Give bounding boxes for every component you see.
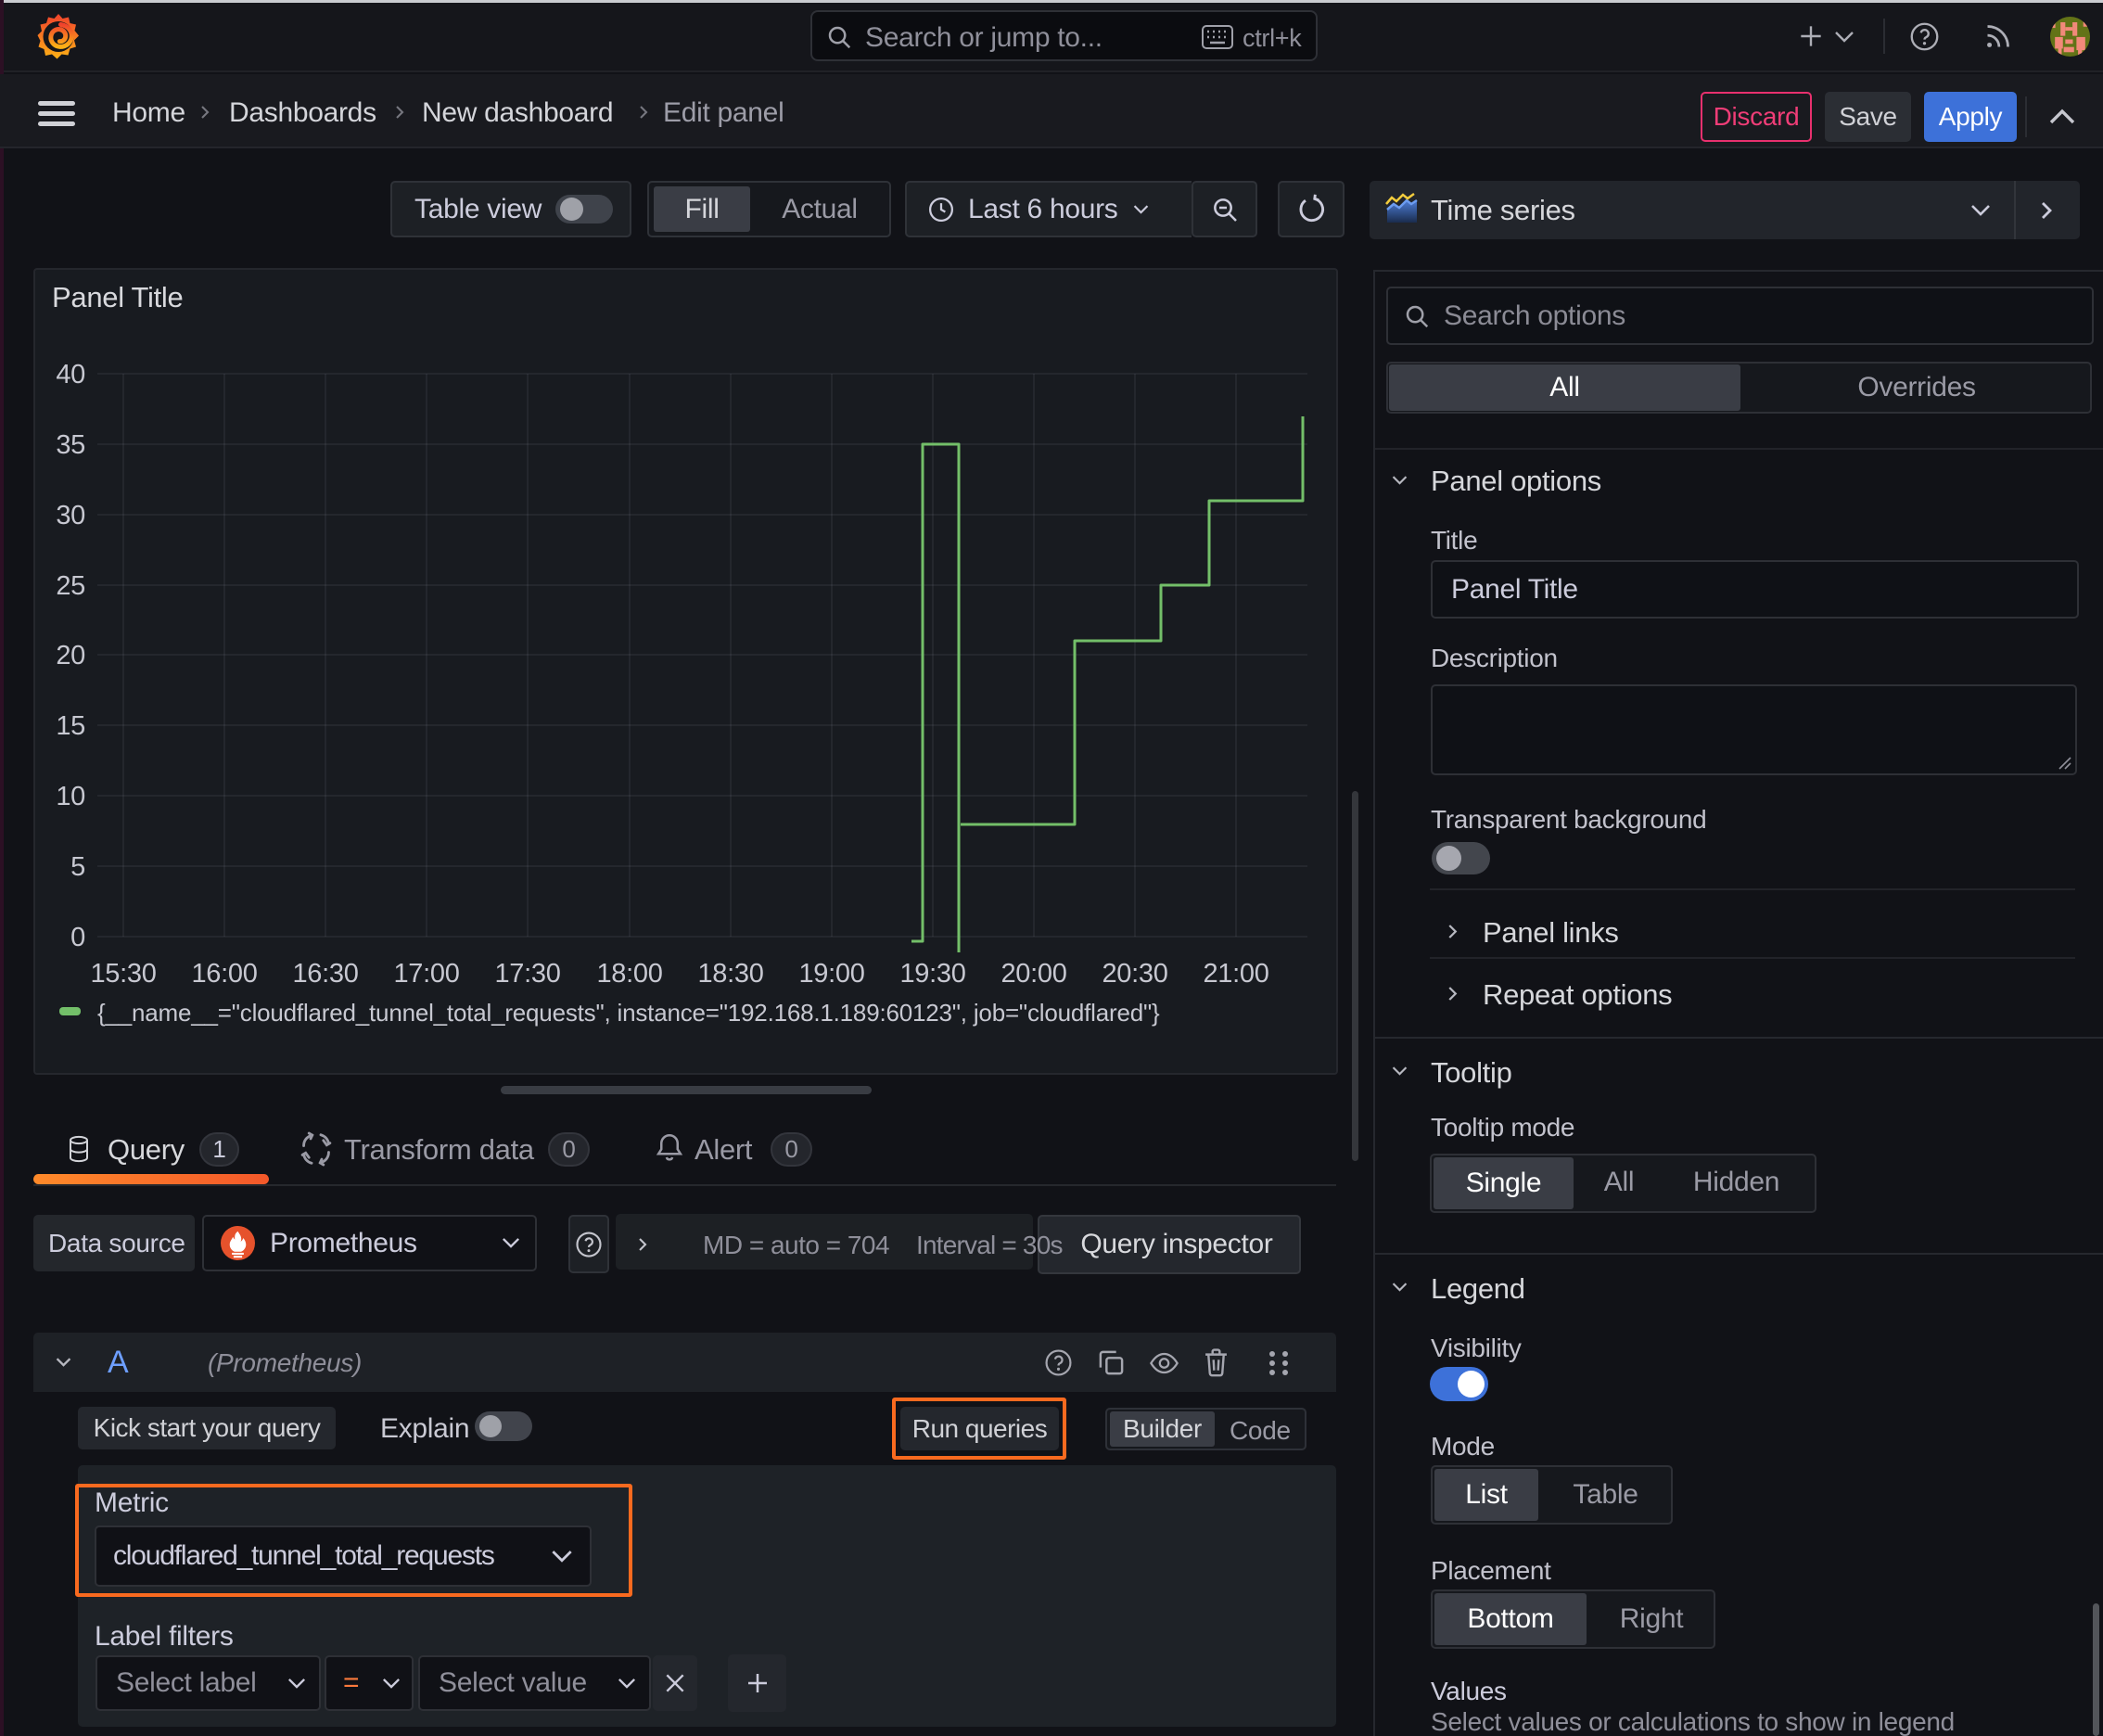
svg-text:40: 40 xyxy=(56,360,85,389)
svg-text:35: 35 xyxy=(56,430,85,460)
svg-text:10: 10 xyxy=(56,782,85,811)
svg-text:15: 15 xyxy=(56,711,85,741)
svg-text:20:30: 20:30 xyxy=(1102,959,1167,989)
svg-text:30: 30 xyxy=(56,501,85,530)
svg-text:25: 25 xyxy=(56,571,85,601)
svg-text:20: 20 xyxy=(56,641,85,670)
svg-text:{__name__="cloudflared_tunnel_: {__name__="cloudflared_tunnel_total_requ… xyxy=(97,999,1160,1027)
svg-text:19:30: 19:30 xyxy=(899,959,965,989)
svg-text:18:00: 18:00 xyxy=(596,959,662,989)
svg-text:15:30: 15:30 xyxy=(90,959,156,989)
svg-text:16:00: 16:00 xyxy=(191,959,257,989)
svg-text:17:30: 17:30 xyxy=(494,959,560,989)
svg-text:5: 5 xyxy=(70,852,85,882)
svg-text:19:00: 19:00 xyxy=(798,959,864,989)
svg-text:0: 0 xyxy=(70,923,85,952)
svg-text:20:00: 20:00 xyxy=(1001,959,1066,989)
svg-text:16:30: 16:30 xyxy=(292,959,358,989)
svg-text:17:00: 17:00 xyxy=(393,959,459,989)
svg-text:21:00: 21:00 xyxy=(1203,959,1268,989)
svg-text:18:30: 18:30 xyxy=(697,959,763,989)
